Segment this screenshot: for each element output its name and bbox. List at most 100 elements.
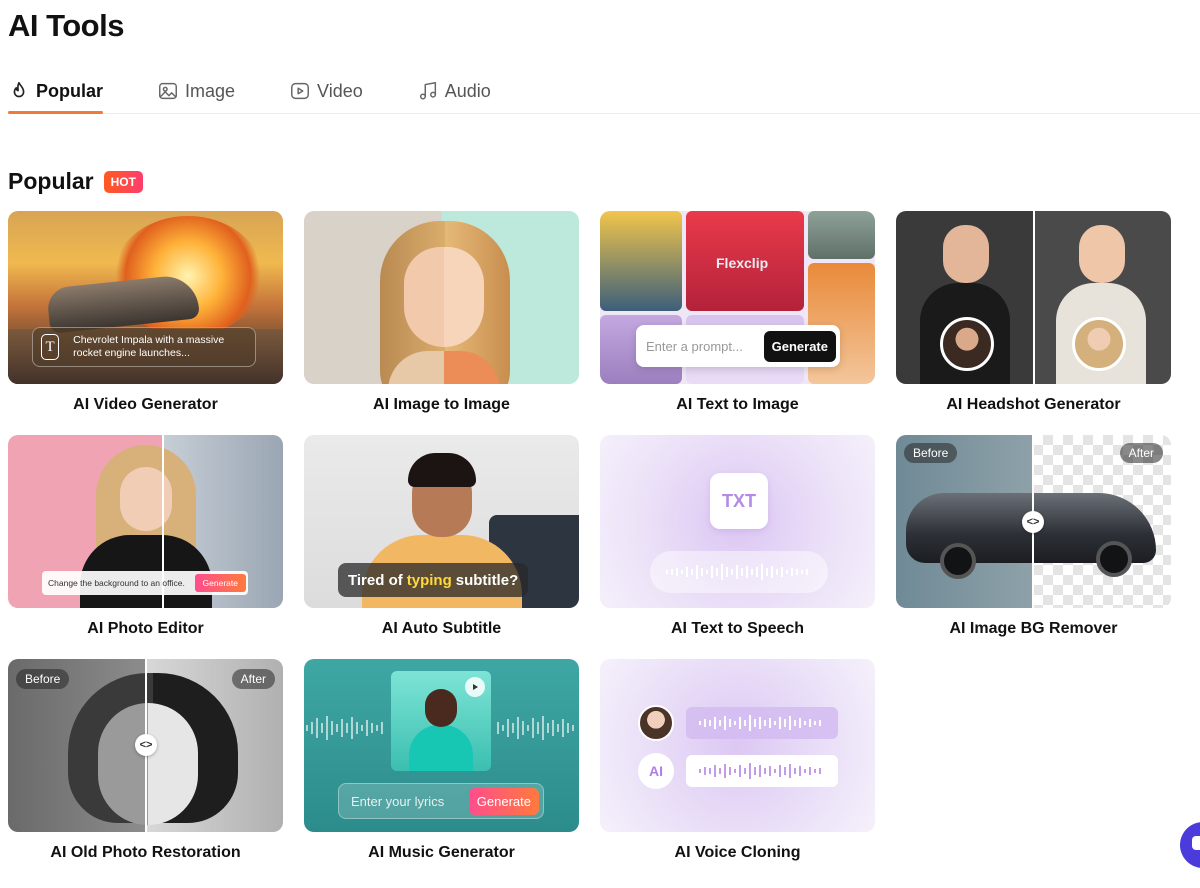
lyrics-input-bar: Enter your lyrics Generate bbox=[338, 783, 544, 819]
tool-card-photo-editor[interactable]: Change the background to an office. Gene… bbox=[8, 435, 283, 659]
lyrics-placeholder: Enter your lyrics bbox=[351, 793, 445, 809]
caption-text: Tired of bbox=[348, 571, 403, 589]
tool-thumbnail: AI bbox=[600, 659, 875, 832]
cloned-voice-waveform bbox=[686, 755, 838, 787]
tab-popular[interactable]: Popular bbox=[8, 70, 104, 114]
tool-label: AI Text to Speech bbox=[670, 620, 805, 637]
video-prompt-text: Chevrolet Impala with a massive rocket e… bbox=[73, 334, 225, 359]
woman-face-graphic bbox=[120, 467, 172, 531]
tool-card-text-to-speech[interactable]: TXT AI Text to Speech bbox=[600, 435, 875, 659]
waveform-icon bbox=[699, 715, 821, 731]
tool-label: AI Auto Subtitle bbox=[381, 620, 502, 637]
voice-avatar bbox=[638, 705, 674, 741]
t2i-prompt-bar: Enter a prompt... Generate bbox=[636, 325, 840, 367]
hot-badge: HOT bbox=[103, 170, 143, 193]
singer-body-graphic bbox=[409, 725, 473, 771]
girl-face-graphic bbox=[404, 247, 484, 347]
compare-handle[interactable]: <> bbox=[1022, 511, 1044, 533]
caption-text: subtitle? bbox=[455, 571, 519, 589]
page-title: AI Tools bbox=[8, 8, 124, 43]
audio-waveform bbox=[650, 551, 828, 593]
tab-image[interactable]: Image bbox=[157, 70, 235, 112]
waveform-icon bbox=[699, 763, 821, 779]
tool-tabs: Popular Image Video Audio bbox=[8, 70, 1200, 114]
woman-avatar bbox=[1072, 317, 1126, 371]
tool-thumbnail bbox=[304, 211, 579, 384]
compare-divider bbox=[1033, 211, 1035, 384]
album-cover bbox=[391, 671, 491, 771]
tool-thumbnail bbox=[896, 211, 1171, 384]
tab-audio[interactable]: Audio bbox=[417, 70, 491, 112]
text-icon: T bbox=[41, 334, 60, 360]
tab-video[interactable]: Video bbox=[289, 70, 363, 112]
section-header: Popular HOT bbox=[8, 168, 143, 195]
tool-card-text-to-image[interactable]: Flexclip Enter a prompt... Generate AI T… bbox=[600, 211, 875, 435]
tool-label: AI Text to Image bbox=[676, 396, 799, 413]
tool-card-voice-cloning[interactable]: AI AI Voice Cloning bbox=[600, 659, 875, 883]
before-label: Before bbox=[904, 443, 958, 463]
tool-card-headshot-generator[interactable]: AI Headshot Generator bbox=[896, 211, 1171, 435]
man-avatar bbox=[940, 317, 994, 371]
tool-card-old-photo-restoration[interactable]: Before After <> AI Old Photo Restoration bbox=[8, 659, 283, 883]
play-circle-icon bbox=[291, 82, 310, 100]
tool-label: AI Image BG Remover bbox=[949, 620, 1118, 637]
man-face bbox=[943, 225, 989, 283]
compare-handle[interactable]: <> bbox=[135, 734, 157, 756]
flame-icon bbox=[13, 81, 25, 98]
play-icon[interactable] bbox=[465, 677, 485, 697]
image-icon bbox=[159, 82, 177, 100]
tab-label: Audio bbox=[444, 80, 491, 101]
fashion-tile: Flexclip bbox=[686, 211, 804, 311]
tool-thumbnail: TXT bbox=[600, 435, 875, 608]
tool-label: AI Voice Cloning bbox=[674, 844, 801, 861]
photo-tile bbox=[808, 211, 875, 259]
tool-label: AI Old Photo Restoration bbox=[50, 844, 241, 861]
t2i-prompt-placeholder: Enter a prompt... bbox=[646, 338, 743, 354]
edit-prompt-bar: Change the background to an office. Gene… bbox=[42, 571, 248, 595]
wheel-graphic bbox=[1096, 541, 1132, 577]
tool-card-image-to-image[interactable]: AI Image to Image bbox=[304, 211, 579, 435]
tool-thumbnail: Before After <> bbox=[896, 435, 1171, 608]
waveform-icon bbox=[666, 564, 808, 580]
tool-thumbnail: Change the background to an office. Gene… bbox=[8, 435, 283, 608]
tool-card-bg-remover[interactable]: Before After <> AI Image BG Remover bbox=[896, 435, 1171, 659]
tool-label: AI Headshot Generator bbox=[946, 396, 1121, 413]
anime-tile bbox=[600, 211, 682, 311]
edit-prompt-text: Change the background to an office. bbox=[48, 578, 185, 588]
tool-thumbnail: T Chevrolet Impala with a massive rocket… bbox=[8, 211, 283, 384]
section-title: Popular bbox=[8, 168, 94, 194]
tool-label: AI Image to Image bbox=[373, 396, 510, 413]
tool-card-music-generator[interactable]: Enter your lyrics Generate AI Music Gene… bbox=[304, 659, 579, 883]
waveform-icon bbox=[497, 716, 574, 740]
woman-face-graphic bbox=[98, 703, 198, 825]
tool-thumbnail: Enter your lyrics Generate bbox=[304, 659, 579, 832]
man-hair-graphic bbox=[408, 453, 476, 487]
caption-highlight: typing bbox=[406, 571, 452, 589]
music-note-icon bbox=[419, 82, 436, 100]
tool-card-video-generator[interactable]: T Chevrolet Impala with a massive rocket… bbox=[8, 211, 283, 435]
tab-label: Image bbox=[185, 80, 236, 101]
tool-label: AI Video Generator bbox=[73, 396, 218, 413]
tools-grid: T Chevrolet Impala with a massive rocket… bbox=[8, 211, 1171, 883]
video-prompt-box: T Chevrolet Impala with a massive rocket… bbox=[32, 327, 256, 367]
waveform-icon bbox=[306, 716, 383, 740]
tool-thumbnail: Flexclip Enter a prompt... Generate bbox=[600, 211, 875, 384]
fashion-tile-text: Flexclip bbox=[716, 255, 769, 271]
chat-support-button[interactable] bbox=[1180, 822, 1200, 868]
edit-generate-button: Generate bbox=[194, 574, 246, 592]
t2i-generate-button: Generate bbox=[763, 330, 836, 362]
tab-label: Popular bbox=[36, 80, 104, 101]
tool-label: AI Music Generator bbox=[368, 844, 515, 861]
tab-label: Video bbox=[317, 80, 363, 101]
tool-label: AI Photo Editor bbox=[87, 620, 204, 637]
ai-voice-badge: AI bbox=[638, 753, 674, 789]
music-generate-button: Generate bbox=[468, 787, 539, 815]
wheel-graphic bbox=[940, 543, 976, 579]
original-voice-waveform bbox=[686, 707, 838, 739]
tool-card-auto-subtitle[interactable]: Tired of typing subtitle? AI Auto Subtit… bbox=[304, 435, 579, 659]
subtitle-caption: Tired of typing subtitle? bbox=[338, 563, 529, 597]
woman-face bbox=[1079, 225, 1125, 283]
before-label: Before bbox=[16, 669, 70, 689]
singer-head-graphic bbox=[425, 689, 457, 727]
tool-thumbnail: Before After <> bbox=[8, 659, 283, 832]
